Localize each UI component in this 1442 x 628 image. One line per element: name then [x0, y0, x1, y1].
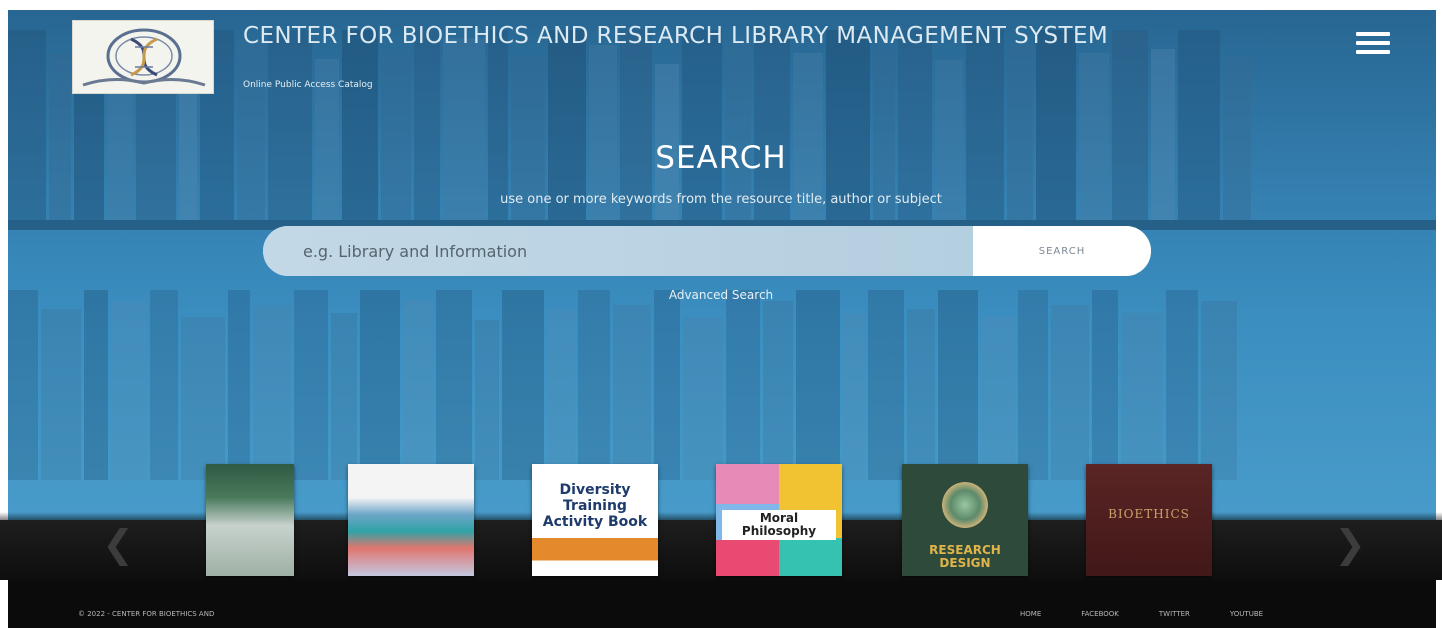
copyright-text: © 2022 - CENTER FOR BIOETHICS AND: [78, 610, 215, 618]
book-cover-5[interactable]: RESEARCH DESIGN: [902, 464, 1028, 576]
book-cover-6[interactable]: BIOETHICS: [1086, 464, 1212, 576]
book-cover-3[interactable]: Diversity Training Activity Book: [532, 464, 658, 576]
footer-nav: HOME FACEBOOK TWITTER YOUTUBE: [1020, 610, 1263, 618]
advanced-search-link[interactable]: Advanced Search: [0, 288, 1442, 302]
book-cover-4[interactable]: Moral Philosophy: [716, 464, 842, 576]
search-button[interactable]: SEARCH: [973, 226, 1151, 276]
chevron-right-icon[interactable]: ❯: [1330, 524, 1370, 564]
search-input[interactable]: [263, 226, 973, 276]
menu-bar: [1356, 50, 1390, 54]
app-title: CENTER FOR BIOETHICS AND RESEARCH LIBRAR…: [243, 23, 1109, 49]
footer-link-facebook[interactable]: FACEBOOK: [1081, 610, 1119, 618]
search-bar: SEARCH: [263, 226, 1151, 276]
logo[interactable]: [72, 20, 214, 94]
book-cover-2[interactable]: [348, 464, 474, 576]
search-hint: use one or more keywords from the resour…: [500, 192, 942, 207]
app-subtitle: Online Public Access Catalog: [243, 80, 373, 90]
opac-home-page: CENTER FOR BIOETHICS AND RESEARCH LIBRAR…: [0, 0, 1442, 628]
footer-link-twitter[interactable]: TWITTER: [1159, 610, 1190, 618]
footer-link-youtube[interactable]: YOUTUBE: [1230, 610, 1263, 618]
dna-helix-seal-icon: [82, 28, 206, 87]
cover-panel: [779, 538, 842, 576]
menu-bar: [1356, 32, 1390, 36]
footer-link-home[interactable]: HOME: [1020, 610, 1041, 618]
cover-panel: [716, 464, 779, 504]
search-heading: SEARCH: [655, 140, 787, 176]
book-title: Moral Philosophy: [722, 510, 836, 540]
footer: © 2022 - CENTER FOR BIOETHICS AND HOME F…: [8, 580, 1436, 628]
book-title: BIOETHICS: [1108, 507, 1190, 521]
book-cover-1[interactable]: [206, 464, 294, 576]
menu-bar: [1356, 41, 1390, 45]
cover-emblem: [942, 482, 988, 528]
hamburger-menu-icon[interactable]: [1356, 32, 1390, 56]
cover-panel: [716, 540, 779, 576]
chevron-left-icon[interactable]: ❮: [98, 524, 138, 564]
book-title: Diversity Training Activity Book: [542, 482, 648, 530]
book-title: RESEARCH DESIGN: [929, 543, 1001, 570]
